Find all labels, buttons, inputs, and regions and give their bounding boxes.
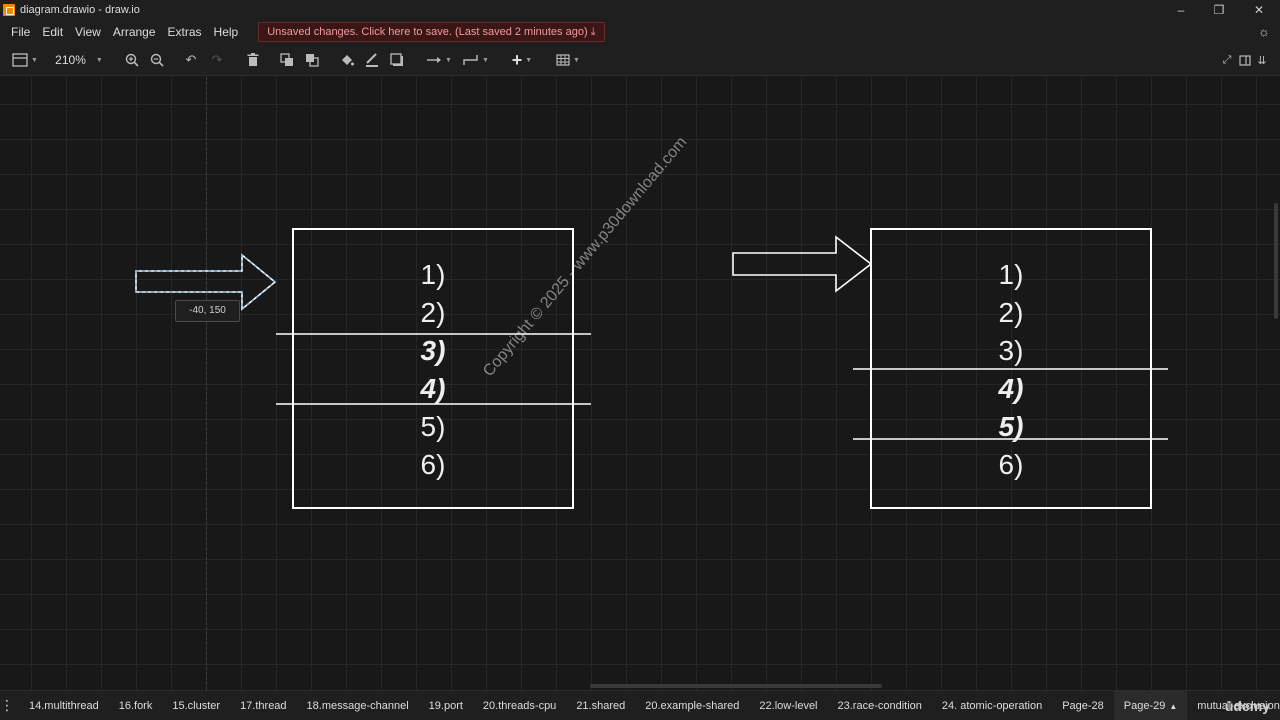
page-tab-label: Page-29 xyxy=(1123,699,1166,712)
left-stack-item[interactable]: 4) xyxy=(420,373,446,404)
page-tab-label: 23.race-condition xyxy=(837,699,922,712)
fill-color-icon[interactable] xyxy=(338,50,356,70)
menu-file[interactable]: File xyxy=(5,20,36,44)
menu-bar: File Edit View Arrange Extras Help Unsav… xyxy=(0,20,1280,44)
left-stack-item[interactable]: 1) xyxy=(421,259,446,290)
right-stack-item[interactable]: 1) xyxy=(999,259,1024,290)
format-panel-icon[interactable] xyxy=(1238,50,1252,70)
zoom-value: 210% xyxy=(55,53,86,67)
toolbar: ▼ 210% ▼ ↶ ↷ ▼ ▼ + ▼ ▼ ⤢ ⇊ xyxy=(0,44,1280,76)
connection-icon[interactable]: ▼ xyxy=(424,50,454,70)
page-tab-label: 14.multithread xyxy=(29,699,99,712)
page-tab[interactable]: 21.shared xyxy=(566,691,635,720)
waypoints-icon[interactable]: ▼ xyxy=(461,50,491,70)
window-title: diagram.drawio - draw.io xyxy=(20,4,140,16)
left-stack-item[interactable]: 3) xyxy=(421,335,446,366)
page-tab[interactable]: 20.threads-cpu xyxy=(473,691,566,720)
position-tooltip: -40, 150 xyxy=(175,300,240,322)
to-front-icon[interactable] xyxy=(278,50,296,70)
page-tab-label: 18.message-channel xyxy=(306,699,409,712)
left-stack-item[interactable]: 5) xyxy=(421,411,446,442)
collapse-icon[interactable]: ⇊ xyxy=(1255,50,1269,70)
horizontal-scrollbar[interactable] xyxy=(590,684,882,688)
menu-edit[interactable]: Edit xyxy=(36,20,69,44)
chevron-up-icon[interactable]: ▲ xyxy=(1169,702,1177,711)
page-tab[interactable]: 22.low-level xyxy=(749,691,827,720)
page-tab[interactable]: 14.multithread xyxy=(19,691,109,720)
unsaved-changes-text: Unsaved changes. Click here to save. (La… xyxy=(267,26,588,38)
redo-icon[interactable]: ↷ xyxy=(208,50,226,70)
menu-extras[interactable]: Extras xyxy=(162,20,208,44)
drawio-app: diagram.drawio - draw.io – ❐ ✕ File Edit… xyxy=(0,0,1280,720)
page-tab-bar: ⋮ 14.multithread 16.fork 15.cluster 17.thre… xyxy=(0,690,1280,720)
line-color-icon[interactable] xyxy=(363,50,381,70)
right-stack-item[interactable]: 6) xyxy=(999,449,1024,480)
minimize-icon[interactable]: – xyxy=(1162,0,1200,20)
right-stack-item[interactable]: 4) xyxy=(998,373,1024,404)
page-tab[interactable]: 24. atomic-operation xyxy=(932,691,1052,720)
right-stack-item[interactable]: 5) xyxy=(999,411,1024,442)
menu-help[interactable]: Help xyxy=(208,20,245,44)
vertical-scrollbar[interactable] xyxy=(1274,203,1278,319)
page-tab[interactable]: Page-28 xyxy=(1052,691,1114,720)
drawio-logo-icon xyxy=(3,4,15,16)
page-tab-label: 19.port xyxy=(428,699,463,712)
page-tab-label: 21.shared xyxy=(576,699,626,712)
zoom-in-icon[interactable] xyxy=(123,50,141,70)
page-tab-label: 24. atomic-operation xyxy=(941,699,1043,712)
diagram-canvas[interactable]: 1) 2) 3) 4) 5) 6) 1) 2) 3) 4) 5) 6) -40, 150 Copyr… xyxy=(0,77,1280,690)
to-back-icon[interactable] xyxy=(303,50,321,70)
page-tab-label: 20.threads-cpu xyxy=(482,699,557,712)
page-tab-label: 15.cluster xyxy=(172,699,221,712)
pages-menu-icon[interactable]: ⋮ xyxy=(0,691,14,720)
page-tab-label: 17.thread xyxy=(240,699,287,712)
menu-view[interactable]: View xyxy=(69,20,107,44)
close-icon[interactable]: ✕ xyxy=(1240,0,1278,20)
undo-icon[interactable]: ↶ xyxy=(182,50,200,70)
sidebar-toggle-icon[interactable]: ▼ xyxy=(10,50,40,70)
fullscreen-icon[interactable]: ⤢ xyxy=(1220,50,1234,70)
left-stack-item[interactable]: 2) xyxy=(421,297,446,328)
table-icon[interactable]: ▼ xyxy=(553,50,583,70)
left-stack-item[interactable]: 6) xyxy=(421,449,446,480)
page-tab[interactable]: 19.port xyxy=(419,691,473,720)
insert-icon[interactable]: + ▼ xyxy=(507,50,537,70)
page-tab-label: Page-28 xyxy=(1062,699,1104,712)
page-tabs: 14.multithread 16.fork 15.cluster 17.thread… xyxy=(19,690,1280,720)
right-stack-item[interactable]: 2) xyxy=(999,297,1024,328)
zoom-select[interactable]: 210% ▼ xyxy=(52,50,106,70)
page-tab[interactable]: 17.thread xyxy=(230,691,296,720)
page-tab[interactable]: 18.message-channel xyxy=(297,691,419,720)
page-tab-label: 16.fork xyxy=(118,699,153,712)
page-tab[interactable]: Page-29 ▲ xyxy=(1113,690,1188,720)
udemy-logo: ūdemy xyxy=(1224,698,1270,714)
shadow-icon[interactable] xyxy=(388,50,406,70)
delete-icon[interactable] xyxy=(244,50,262,70)
zoom-out-icon[interactable] xyxy=(148,50,166,70)
theme-toggle-icon[interactable]: ☼ xyxy=(1256,24,1272,40)
right-arrow-shape[interactable] xyxy=(732,235,873,293)
title-bar: diagram.drawio - draw.io – ❐ ✕ xyxy=(0,0,1280,20)
page-tab-label: 20.example-shared xyxy=(645,699,740,712)
unsaved-changes-banner[interactable]: Unsaved changes. Click here to save. (La… xyxy=(258,22,605,42)
menu-arrange[interactable]: Arrange xyxy=(107,20,162,44)
page-tab[interactable]: 15.cluster xyxy=(162,691,230,720)
download-icon: ⤓ xyxy=(590,26,596,38)
diagram-svg: 1) 2) 3) 4) 5) 6) 1) 2) 3) 4) 5) 6) xyxy=(135,228,1168,509)
page-tab[interactable]: 20.example-shared xyxy=(635,691,749,720)
page-tab-label: 22.low-level xyxy=(759,699,818,712)
page-tab[interactable]: 23.race-condition xyxy=(828,691,932,720)
page-tab[interactable]: 16.fork xyxy=(109,691,163,720)
right-stack-item[interactable]: 3) xyxy=(999,335,1024,366)
restore-icon[interactable]: ❐ xyxy=(1200,0,1238,20)
